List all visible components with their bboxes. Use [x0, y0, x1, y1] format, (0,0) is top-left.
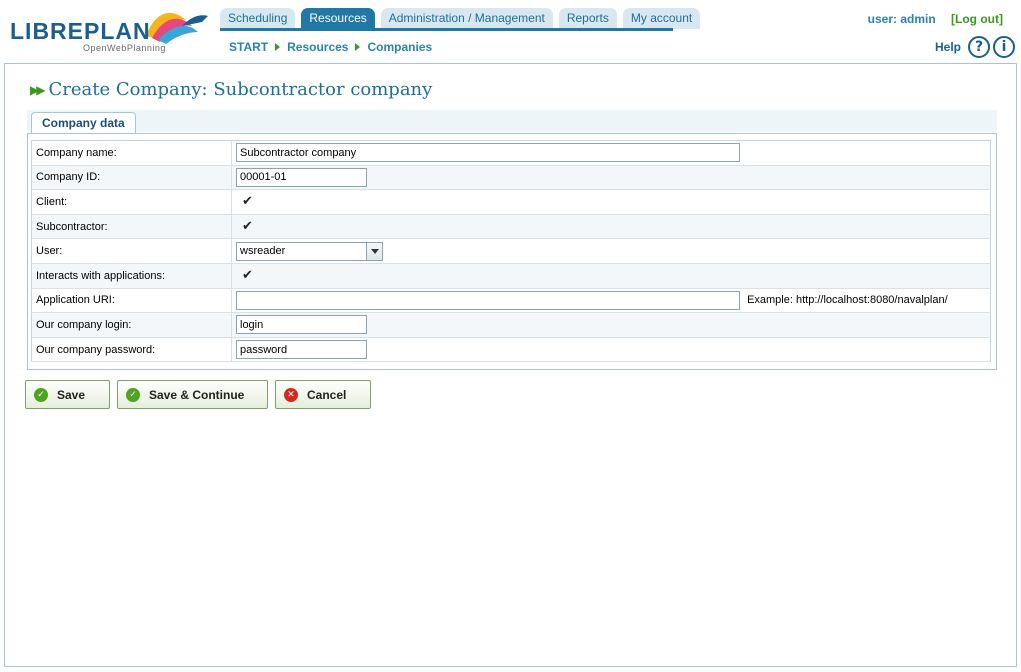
- form-row-interacts: Interacts with applications: ✔: [31, 263, 991, 289]
- application-uri-label: Application URI:: [31, 288, 232, 314]
- breadcrumb: START Resources Companies: [229, 40, 432, 54]
- company-name-label: Company name:: [31, 140, 232, 166]
- help-link[interactable]: Help: [935, 40, 961, 54]
- breadcrumb-start[interactable]: START: [229, 40, 268, 54]
- user-dropdown-button[interactable]: [367, 241, 383, 261]
- logout-link[interactable]: [Log out]: [951, 12, 1003, 26]
- login-label: Our company login:: [31, 312, 232, 338]
- form-row-password: Our company password:: [31, 337, 991, 363]
- save-button[interactable]: ✓ Save: [25, 380, 110, 409]
- tab-reports[interactable]: Reports: [558, 8, 617, 29]
- login-input[interactable]: [236, 315, 367, 335]
- subcontractor-label: Subcontractor:: [31, 214, 232, 240]
- logo-subtext: OpenWebPlanning: [83, 43, 166, 53]
- page-title-text: Create Company: Subcontractor company: [48, 79, 433, 100]
- form-row-login: Our company login:: [31, 312, 991, 338]
- cancel-button-label: Cancel: [307, 387, 347, 402]
- chevron-down-icon: [370, 248, 379, 254]
- check-circle-icon: ✓: [34, 387, 48, 402]
- form-row-user: User:: [31, 238, 991, 264]
- help-icon[interactable]: ?: [968, 36, 990, 58]
- tab-resources[interactable]: Resources: [301, 8, 375, 29]
- tab-scheduling[interactable]: Scheduling: [220, 8, 296, 29]
- user-input[interactable]: [236, 241, 367, 261]
- company-form: Company name: Company ID: Client: ✔ Subc…: [31, 140, 991, 363]
- tab-underline: [220, 28, 673, 31]
- breadcrumb-companies[interactable]: Companies: [367, 40, 432, 54]
- logo-text: LIBREPLAN: [10, 18, 151, 44]
- form-row-company-id: Company ID:: [31, 165, 991, 191]
- tab-company-data[interactable]: Company data: [31, 112, 136, 134]
- interacts-checkbox[interactable]: ✔: [242, 268, 253, 283]
- form-row-application-uri: Application URI: Example: http://localho…: [31, 288, 991, 314]
- help-area: Help ? i: [935, 36, 1015, 58]
- save-button-label: Save: [57, 387, 86, 402]
- interacts-label: Interacts with applications:: [31, 263, 232, 289]
- password-input[interactable]: [236, 340, 367, 360]
- form-row-subcontractor: Subcontractor: ✔: [31, 214, 991, 240]
- breadcrumb-separator-icon: [275, 43, 281, 51]
- logo-swoosh-icon: [146, 12, 208, 44]
- tab-my-account[interactable]: My account: [622, 8, 701, 29]
- form-row-client: Client: ✔: [31, 189, 991, 215]
- breadcrumb-resources[interactable]: Resources: [287, 40, 348, 54]
- cancel-button[interactable]: ✕ Cancel: [275, 380, 371, 409]
- cancel-circle-icon: ✕: [284, 387, 298, 402]
- company-id-label: Company ID:: [31, 165, 232, 191]
- form-row-company-name: Company name:: [31, 140, 991, 166]
- save-continue-button-label: Save & Continue: [149, 387, 245, 402]
- company-id-input[interactable]: [236, 167, 367, 187]
- application-uri-input[interactable]: [236, 290, 740, 310]
- page-title: ▶▶ Create Company: Subcontractor company: [30, 79, 432, 100]
- password-label: Our company password:: [31, 337, 232, 363]
- current-user: user: admin: [867, 12, 936, 26]
- subcontractor-checkbox[interactable]: ✔: [242, 219, 253, 234]
- client-checkbox[interactable]: ✔: [242, 194, 253, 209]
- tab-administration-management[interactable]: Administration / Management: [380, 8, 553, 29]
- company-name-input[interactable]: [236, 143, 740, 163]
- application-uri-example: Example: http://localhost:8080/navalplan…: [747, 294, 948, 307]
- client-label: Client:: [31, 189, 232, 215]
- save-continue-button[interactable]: ✓ Save & Continue: [117, 380, 268, 409]
- main-nav-tabs: Scheduling Resources Administration / Ma…: [220, 8, 706, 29]
- user-label: User:: [31, 238, 232, 264]
- check-circle-icon: ✓: [126, 387, 140, 402]
- user-box: user: admin [Log out]: [868, 12, 1003, 26]
- info-icon[interactable]: i: [993, 36, 1015, 58]
- user-combobox[interactable]: [236, 241, 383, 261]
- breadcrumb-separator-icon: [355, 43, 361, 51]
- libreplan-logo: LIBREPLAN OpenWebPlanning: [10, 6, 210, 56]
- subtab-strip: [27, 110, 997, 132]
- double-arrow-icon: ▶▶: [30, 82, 46, 97]
